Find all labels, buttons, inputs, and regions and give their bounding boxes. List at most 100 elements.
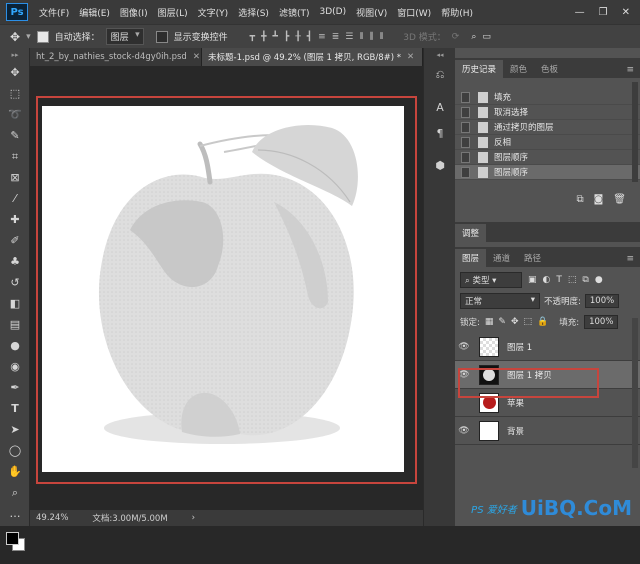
gradient-tool-icon[interactable]: ▤ [0, 314, 30, 335]
lock-transparent-icon[interactable]: ▦ [485, 317, 494, 327]
close-icon[interactable]: ✕ [407, 52, 414, 62]
distribute-left-icon[interactable]: ⦀ [359, 32, 363, 42]
brush-tool-icon[interactable]: ✐ [0, 230, 30, 251]
menu-3d[interactable]: 3D(D) [314, 7, 351, 17]
menu-layer[interactable]: 图层(L) [153, 6, 193, 19]
tab-layers[interactable]: 图层 [455, 249, 487, 267]
fill-field[interactable]: 100% [584, 315, 619, 329]
crop-tool-icon[interactable]: ⌗ [0, 146, 30, 167]
eye-icon[interactable]: 👁 [455, 426, 473, 436]
menu-image[interactable]: 图像(I) [115, 6, 153, 19]
history-snapshot-box[interactable] [461, 106, 470, 118]
lock-all-icon[interactable]: 🔒 [537, 317, 548, 327]
close-icon[interactable]: ✕ [622, 7, 630, 18]
history-scrollbar[interactable] [632, 82, 638, 182]
align-vcenter-icon[interactable]: ╋ [261, 32, 266, 42]
history-snapshot-box[interactable] [461, 136, 470, 148]
history-item[interactable]: 填充 [455, 90, 640, 105]
3d-orbit-icon[interactable]: ⟳ [452, 32, 460, 42]
workspace-icon[interactable]: ▭ [482, 32, 491, 42]
history-snapshot-box[interactable] [461, 91, 470, 103]
3d-panel-icon[interactable]: ⬢ [424, 152, 456, 178]
frame-tool-icon[interactable]: ⊠ [0, 167, 30, 188]
search-icon[interactable]: ⌕ [471, 32, 476, 42]
layers-scrollbar[interactable] [632, 318, 638, 468]
color-panel-icon[interactable]: A [424, 94, 456, 120]
minimize-icon[interactable]: — [575, 7, 585, 18]
blend-mode-dropdown[interactable]: 正常 ▾ [460, 293, 540, 309]
hand-tool-icon[interactable]: ✋ [0, 461, 30, 482]
snapshot-camera-icon[interactable]: ◙ [594, 194, 604, 205]
status-arrow-icon[interactable]: › [192, 513, 195, 523]
tab-untitled-1[interactable]: 未标题-1.psd @ 49.2% (图层 1 拷贝, RGB/8#) * ✕ [202, 48, 423, 66]
tab-channels[interactable]: 通道 [486, 249, 518, 267]
move-tool-icon[interactable]: ✥ [10, 30, 20, 44]
eraser-tool-icon[interactable]: ◧ [0, 293, 30, 314]
tab-swatches[interactable]: 色板 [534, 60, 566, 78]
type-tool-icon[interactable]: T [0, 398, 30, 419]
layer-row[interactable]: 👁 图层 1 [455, 333, 640, 361]
filter-type-icon[interactable]: T [556, 275, 562, 285]
lasso-tool-icon[interactable]: ➰ [0, 104, 30, 125]
menu-filter[interactable]: 滤镜(T) [274, 6, 315, 19]
menu-select[interactable]: 选择(S) [233, 6, 274, 19]
panel-menu-icon[interactable]: ≡ [620, 62, 640, 78]
history-snapshot-box[interactable] [461, 121, 470, 133]
more-tools-icon[interactable]: … [0, 503, 30, 524]
history-brush-icon[interactable]: ↺ [0, 272, 30, 293]
filter-shape-icon[interactable]: ⬚ [568, 275, 577, 285]
history-item[interactable]: 图层顺序 [455, 165, 640, 180]
history-item[interactable]: 通过拷贝的图层 [455, 120, 640, 135]
eye-hidden-icon[interactable]: · [455, 398, 473, 408]
panel-menu-icon[interactable]: ≡ [620, 251, 640, 267]
eye-icon[interactable]: 👁 [455, 342, 473, 352]
tab-stock-psd[interactable]: ht_2_by_nathies_stock-d4gy0ih.psd ✕ [30, 48, 202, 66]
lock-image-icon[interactable]: ✎ [498, 317, 506, 327]
quick-select-tool-icon[interactable]: ✎ [0, 125, 30, 146]
menu-type[interactable]: 文字(Y) [193, 6, 234, 19]
move-tool-icon[interactable]: ✥ [0, 62, 30, 83]
history-panel-icon[interactable]: ⎌ [424, 62, 456, 88]
zoom-tool-icon[interactable]: ⌕ [0, 482, 30, 503]
auto-select-checkbox[interactable] [36, 30, 49, 43]
lock-artboard-icon[interactable]: ⬚ [523, 317, 532, 327]
opacity-field[interactable]: 100% [584, 294, 620, 308]
align-left-icon[interactable]: ┣ [284, 32, 289, 42]
align-bottom-icon[interactable]: ┻ [272, 32, 277, 42]
distribute-top-icon[interactable]: ≡ [318, 32, 326, 42]
history-item[interactable]: 取消选择 [455, 105, 640, 120]
align-top-icon[interactable]: ┳ [250, 32, 255, 42]
tab-adjustments[interactable]: 调整 [455, 224, 487, 242]
history-snapshot-box[interactable] [461, 151, 470, 163]
history-item[interactable]: 反相 [455, 135, 640, 150]
clone-stamp-icon[interactable]: ♣ [0, 251, 30, 272]
filter-toggle-icon[interactable]: ● [595, 275, 603, 285]
healing-brush-icon[interactable]: ✚ [0, 209, 30, 230]
align-right-icon[interactable]: ┫ [307, 32, 312, 42]
menu-edit[interactable]: 编辑(E) [74, 6, 115, 19]
close-icon[interactable]: ✕ [193, 52, 200, 62]
color-swatches[interactable] [0, 524, 30, 564]
layer-row[interactable]: 👁 背景 [455, 417, 640, 445]
menu-help[interactable]: 帮助(H) [436, 6, 478, 19]
layer-filter-dropdown[interactable]: ⌕ 类型 ▾ [460, 272, 522, 288]
restore-icon[interactable]: ❐ [599, 7, 608, 18]
dodge-tool-icon[interactable]: ◉ [0, 356, 30, 377]
paragraph-panel-icon[interactable]: ¶ [424, 120, 456, 146]
tab-history[interactable]: 历史记录 [455, 60, 504, 78]
path-select-icon[interactable]: ➤ [0, 419, 30, 440]
align-hcenter-icon[interactable]: ╂ [295, 32, 300, 42]
zoom-level[interactable]: 49.24% [36, 513, 68, 523]
filter-adjust-icon[interactable]: ◐ [543, 275, 551, 285]
marquee-tool-icon[interactable]: ⬚ [0, 83, 30, 104]
history-snapshot-box[interactable] [461, 166, 470, 178]
collapse-icon[interactable]: ▸▸ [0, 48, 30, 62]
trash-icon[interactable]: 🗑 [613, 194, 626, 205]
distribute-right-icon[interactable]: ⫴ [379, 32, 383, 42]
tab-paths[interactable]: 路径 [517, 249, 549, 267]
eyedropper-tool-icon[interactable]: ⁄ [0, 188, 30, 209]
history-item[interactable]: 图层顺序 [455, 150, 640, 165]
filter-smart-icon[interactable]: ⧉ [582, 275, 588, 285]
menu-file[interactable]: 文件(F) [34, 6, 74, 19]
distribute-vcenter-icon[interactable]: ≣ [332, 32, 340, 42]
